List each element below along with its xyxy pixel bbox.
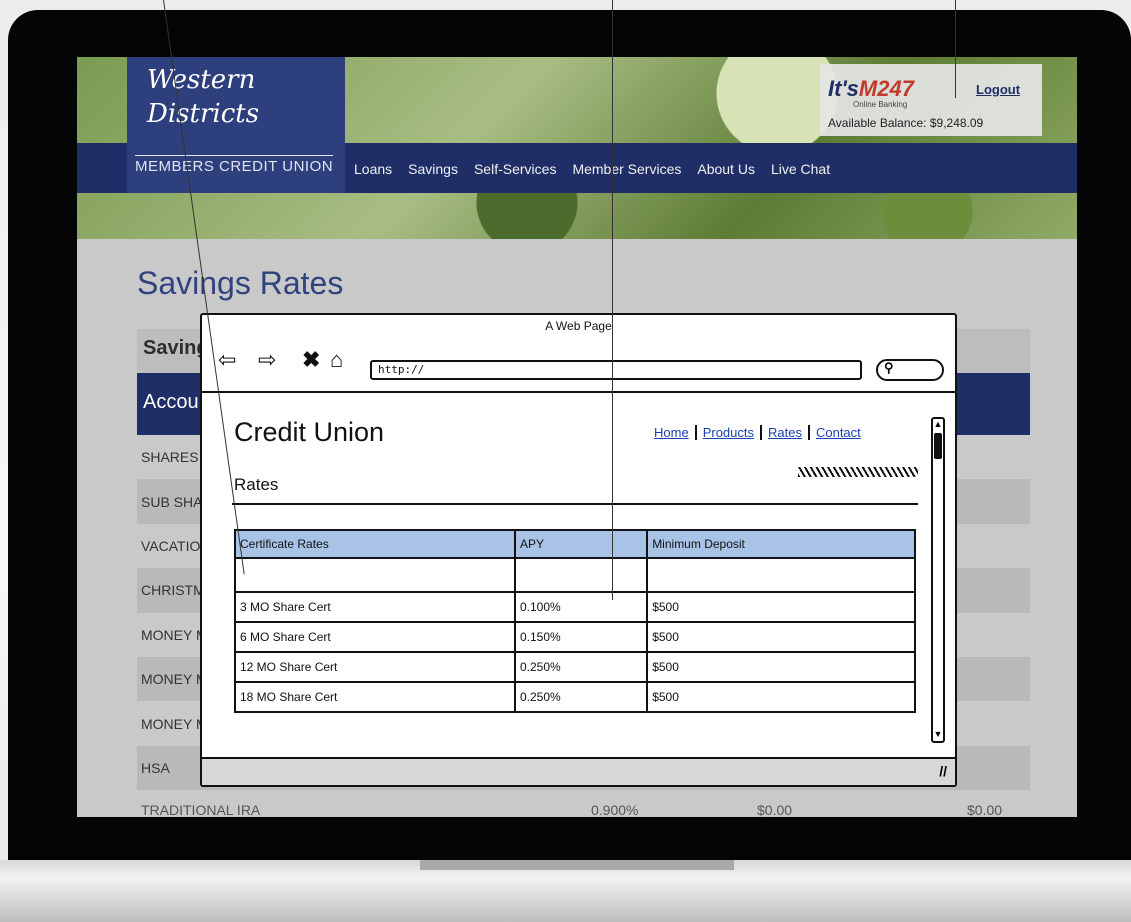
online-banking-box: It'sM247 Online Banking Logout Available… (820, 64, 1042, 136)
browser-toolbar: ⇦ ⇨ ✖ ⌂ http:// ⚲ (202, 333, 955, 393)
brand-tagline: Online Banking (853, 100, 908, 109)
column-header: Minimum Deposit (646, 529, 916, 559)
nav-item[interactable]: Savings (408, 161, 458, 177)
table-cell: 0.100% (513, 591, 649, 623)
table-cell: $500 (646, 621, 916, 653)
site-nav-link[interactable]: Rates (762, 425, 810, 440)
ira-name: TRADITIONAL IRA (141, 802, 261, 817)
callout-line (612, 0, 613, 600)
back-arrow-icon[interactable]: ⇦ (218, 349, 236, 371)
home-icon[interactable]: ⌂ (330, 349, 343, 371)
callout-line (955, 0, 956, 98)
laptop-notch (420, 860, 734, 870)
table-cell: 0.250% (513, 681, 649, 713)
site-nav: Home Products Rates Contact (648, 425, 867, 440)
rates-heading: Rates (234, 475, 279, 494)
available-balance: Available Balance: $9,248.09 (828, 116, 984, 130)
main-nav: Loans Savings Self-Services Member Services… (354, 161, 830, 177)
divider (232, 503, 918, 505)
certificate-rates-table: Certificate Rates APY Minimum Deposit 3 MO… (234, 529, 916, 713)
scroll-thumb[interactable] (934, 433, 942, 459)
window-title: A Web Page (545, 319, 612, 333)
site-brand: Credit Union (234, 417, 385, 447)
column-header: APY (513, 529, 649, 559)
table-cell (646, 557, 916, 593)
resize-grip-icon[interactable]: // (939, 763, 947, 779)
table-row: 6 MO Share Cert 0.150% $500 (234, 621, 916, 653)
brand-logo-accent: M247 (858, 76, 914, 101)
scrollbar[interactable]: ▲ ▼ (931, 417, 945, 743)
page-title: Savings Rates (137, 265, 344, 301)
table-cell: 12 MO Share Cert (234, 651, 516, 683)
search-box[interactable]: ⚲ (876, 359, 944, 381)
table-cell (234, 557, 516, 593)
table-row: TRADITIONAL IRA 0.900% $0.00 $0.00 (137, 796, 1030, 817)
logout-link[interactable]: Logout (976, 82, 1020, 97)
table-cell: 3 MO Share Cert (234, 591, 516, 623)
account-header-label: Accou (143, 391, 199, 413)
wireframe-content: Credit Union Home Products Rates Contact Ra… (202, 395, 932, 759)
ira-rate: 0.900% (591, 802, 639, 817)
url-bar[interactable]: http:// (370, 360, 862, 380)
table-cell: 0.250% (513, 651, 649, 683)
column-header: Certificate Rates (234, 529, 516, 559)
site-nav-link[interactable]: Home (648, 425, 697, 440)
nav-item[interactable]: Self-Services (474, 161, 556, 177)
table-cell: 18 MO Share Cert (234, 681, 516, 713)
scroll-up-icon[interactable]: ▲ (933, 419, 943, 431)
scribble-placeholder (798, 467, 918, 477)
itsme247-logo: It'sM247 (828, 76, 914, 102)
table-row: 12 MO Share Cert 0.250% $500 (234, 651, 916, 683)
table-cell: $500 (646, 651, 916, 683)
site-nav-link[interactable]: Contact (810, 425, 867, 440)
section-label: Saving (143, 337, 209, 359)
nav-item[interactable]: About Us (697, 161, 755, 177)
scroll-down-icon[interactable]: ▼ (933, 729, 943, 741)
brand-logo-main: It's (828, 76, 859, 101)
table-cell: 0.150% (513, 621, 649, 653)
nav-item[interactable]: Live Chat (771, 161, 830, 177)
search-icon: ⚲ (884, 360, 894, 375)
stop-icon[interactable]: ✖ (302, 349, 320, 371)
ira-min: $0.00 (757, 802, 793, 817)
table-cell: $500 (646, 681, 916, 713)
table-cell: 6 MO Share Cert (234, 621, 516, 653)
ira-other: $0.00 (967, 802, 1003, 817)
table-cell (513, 557, 649, 593)
table-cell: $500 (646, 591, 916, 623)
table-row: 3 MO Share Cert 0.100% $500 (234, 591, 916, 623)
wireframe-browser-window: A Web Page ⇦ ⇨ ✖ ⌂ http:// ⚲ Credit Unio… (200, 313, 957, 787)
logo-subtitle: MEMBERS CREDIT UNION (135, 155, 334, 175)
credit-union-logo[interactable]: Western Districts MEMBERS CREDIT UNION (127, 57, 345, 193)
site-nav-link[interactable]: Products (697, 425, 762, 440)
table-row (234, 557, 916, 593)
table-row: 18 MO Share Cert 0.250% $500 (234, 681, 916, 713)
nav-item[interactable]: Loans (354, 161, 392, 177)
nav-item[interactable]: Member Services (572, 161, 681, 177)
status-bar: // (202, 757, 955, 785)
forward-arrow-icon[interactable]: ⇨ (258, 349, 276, 371)
